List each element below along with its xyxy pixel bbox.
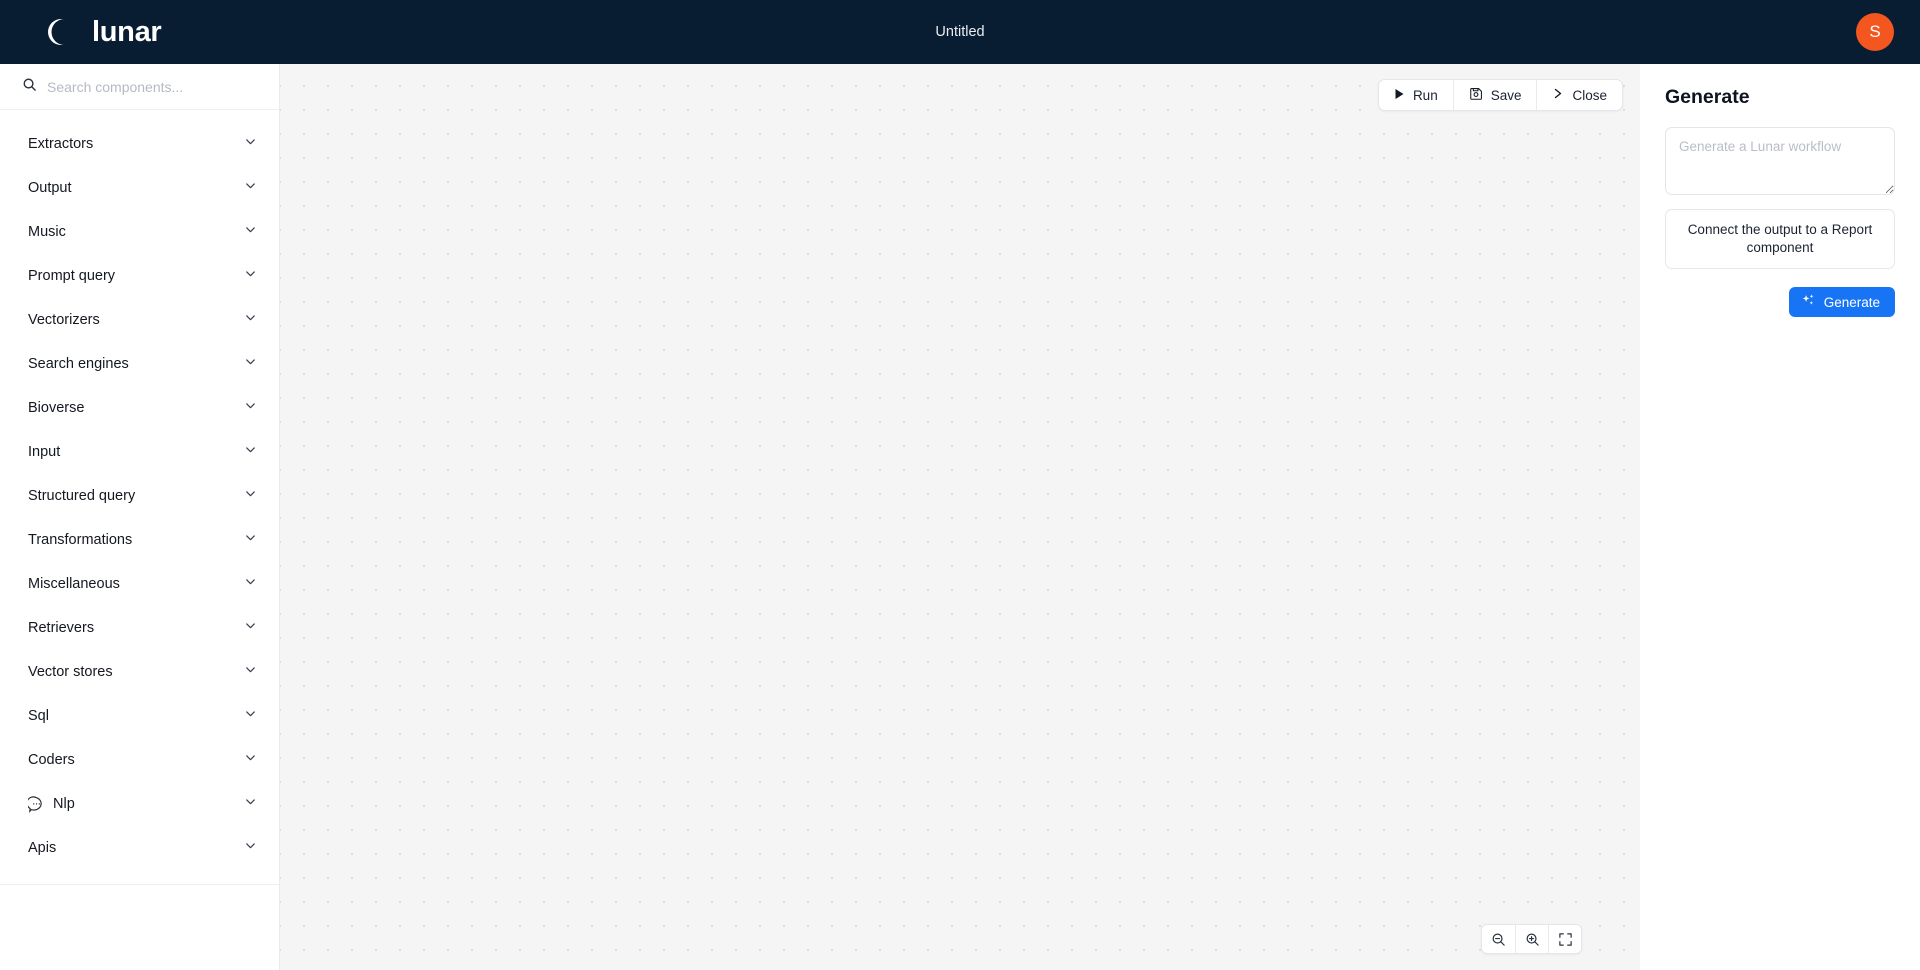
chevron-down-icon[interactable] [244, 663, 257, 681]
avatar-initial: S [1869, 22, 1881, 41]
sidebar-category-label: Retrievers [28, 620, 95, 636]
fit-view-icon[interactable] [1548, 925, 1581, 953]
sidebar-category-search-engines[interactable]: Search engines [0, 342, 279, 386]
sidebar-category-label: Vector stores [28, 664, 113, 680]
generate-panel-title: Generate [1665, 86, 1750, 108]
chat-bubble-dots-icon [26, 795, 45, 813]
app-root: lunar Untitled S Extractors Output Music Pr… [0, 0, 1920, 970]
close-button[interactable]: Close [1536, 80, 1622, 110]
sidebar-category-miscellaneous[interactable]: Miscellaneous [0, 562, 279, 606]
sidebar-category-label: Miscellaneous [28, 576, 120, 592]
chevron-down-icon[interactable] [244, 267, 257, 285]
chevron-down-icon[interactable] [244, 399, 257, 417]
crescent-moon-icon [44, 15, 78, 49]
chevron-down-icon[interactable] [244, 575, 257, 593]
search-row [0, 64, 279, 110]
sidebar-category-label: Vectorizers [28, 312, 100, 328]
sidebar-category-label: Coders [28, 752, 75, 768]
sidebar-category-vector-stores[interactable]: Vector stores [0, 650, 279, 694]
chevron-down-icon[interactable] [244, 311, 257, 329]
sidebar-category-extractors[interactable]: Extractors [0, 122, 279, 166]
workflow-title: Untitled [0, 0, 1920, 64]
sidebar-category-structured-query[interactable]: Structured query [0, 474, 279, 518]
sidebar-category-vectorizers[interactable]: Vectorizers [0, 298, 279, 342]
zoom-out-icon[interactable] [1482, 925, 1515, 953]
zoom-controls [1481, 924, 1582, 954]
chevron-down-icon[interactable] [244, 443, 257, 461]
workflow-title-text: Untitled [935, 24, 985, 40]
chevron-down-icon[interactable] [244, 795, 257, 813]
zoom-in-icon[interactable] [1515, 925, 1548, 953]
sidebar-category-label: Nlp [53, 796, 75, 812]
chevron-down-icon[interactable] [244, 707, 257, 725]
run-button-label: Run [1412, 87, 1438, 103]
chevron-down-icon[interactable] [244, 135, 257, 153]
generate-button-row: Generate [1665, 287, 1895, 318]
sidebar-category-apis[interactable]: Apis [0, 826, 279, 870]
close-button-label: Close [1572, 87, 1607, 103]
category-list: Extractors Output Music Prompt query Vectori… [0, 110, 279, 970]
sidebar-category-transformations[interactable]: Transformations [0, 518, 279, 562]
chevron-down-icon[interactable] [244, 619, 257, 637]
sidebar-category-sql[interactable]: Sql [0, 694, 279, 738]
chevron-down-icon[interactable] [244, 355, 257, 373]
sidebar-category-prompt-query[interactable]: Prompt query [0, 254, 279, 298]
sidebar-category-label: Transformations [28, 532, 133, 548]
chevron-down-icon[interactable] [244, 179, 257, 197]
sidebar-category-output[interactable]: Output [0, 166, 279, 210]
sidebar-category-label: Output [28, 180, 72, 196]
sidebar-category-label: Music [28, 224, 66, 240]
sidebar-category-input[interactable]: Input [0, 430, 279, 474]
sidebar-category-label: Extractors [28, 136, 94, 152]
sparkles-icon [1801, 293, 1816, 311]
sidebar-category-music[interactable]: Music [0, 210, 279, 254]
save-button-label: Save [1490, 87, 1522, 103]
run-button[interactable]: Run [1378, 80, 1453, 110]
chevron-right-icon [1552, 87, 1564, 103]
suggestion-chip[interactable]: Connect the output to a Report component [1665, 209, 1895, 270]
sidebar-category-bioverse[interactable]: Bioverse [0, 386, 279, 430]
sidebar-category-nlp[interactable]: Nlp [0, 782, 279, 826]
chevron-down-icon[interactable] [244, 751, 257, 769]
workflow-canvas[interactable]: Run Save Close [280, 64, 1640, 970]
generate-prompt-input[interactable] [1665, 127, 1895, 195]
brand-logo[interactable]: lunar [44, 15, 162, 49]
canvas-toolbar: Run Save Close [1377, 79, 1623, 111]
play-icon [1394, 88, 1405, 103]
sidebar-category-label: Apis [28, 840, 57, 856]
chevron-down-icon[interactable] [244, 531, 257, 549]
chevron-down-icon[interactable] [244, 839, 257, 857]
sidebar-category-label: Prompt query [28, 268, 116, 284]
avatar[interactable]: S [1856, 13, 1894, 51]
brand-name: lunar [92, 15, 162, 48]
generate-button[interactable]: Generate [1788, 287, 1895, 318]
sidebar-category-label: Search engines [28, 356, 129, 372]
floppy-disk-icon [1469, 87, 1483, 104]
sidebar-category-retrievers[interactable]: Retrievers [0, 606, 279, 650]
app-header: lunar Untitled S [0, 0, 1920, 64]
sidebar-category-coders[interactable]: Coders [0, 738, 279, 782]
sidebar-category-label: Structured query [28, 488, 136, 504]
sidebar-category-label: Input [28, 444, 61, 460]
generate-panel: Generate Connect the output to a Report … [1640, 64, 1920, 970]
chevron-down-icon[interactable] [244, 223, 257, 241]
sidebar-divider [0, 884, 279, 885]
sidebar-category-label: Bioverse [28, 400, 85, 416]
app-body: Extractors Output Music Prompt query Vectori… [0, 64, 1920, 970]
chevron-down-icon[interactable] [244, 487, 257, 505]
search-icon [22, 77, 37, 97]
components-sidebar: Extractors Output Music Prompt query Vectori… [0, 64, 280, 970]
sidebar-category-label: Sql [28, 708, 49, 724]
generate-button-label: Generate [1823, 294, 1880, 310]
search-input[interactable] [47, 78, 259, 95]
save-button[interactable]: Save [1452, 80, 1537, 110]
